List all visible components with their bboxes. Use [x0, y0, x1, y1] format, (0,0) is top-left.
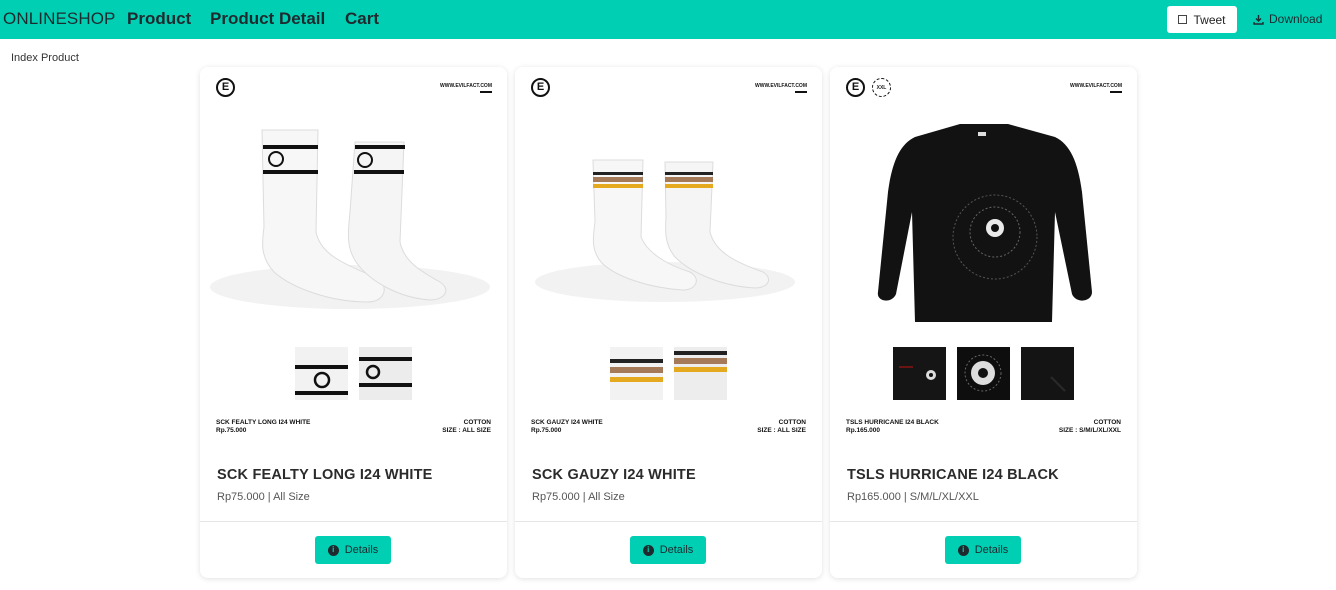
top-navbar: ONLINESHOP Product Product Detail Cart T… — [0, 0, 1336, 39]
thumbnail-strip — [200, 347, 507, 400]
download-icon — [1253, 14, 1264, 25]
image-caption: TSLS HURRICANE I24 BLACK Rp.165.000 — [846, 419, 939, 435]
divider — [795, 91, 807, 93]
download-label: Download — [1269, 12, 1323, 26]
brand-website: WWW.EVILFACT.COM — [1070, 83, 1122, 89]
details-button[interactable]: i Details — [315, 536, 391, 564]
image-material: COTTON — [778, 419, 806, 426]
info-icon: i — [642, 544, 654, 556]
product-image[interactable]: E XXL WWW.EVILFACT.COM TSLS HURRICANE I2… — [830, 67, 1137, 442]
brand-logo[interactable]: ONLINESHOP — [3, 9, 115, 29]
product-title: SCK FEALTY LONG I24 WHITE — [217, 467, 433, 483]
checkbox-icon — [1178, 15, 1188, 24]
product-price-size: Rp75.000 | All Size — [532, 491, 625, 503]
breadcrumb: Index Product — [11, 52, 79, 64]
thumbnail-image[interactable] — [295, 347, 348, 400]
product-price-size: Rp75.000 | All Size — [217, 491, 310, 503]
image-caption: SCK FEALTY LONG I24 WHITE Rp.75.000 — [216, 419, 310, 435]
product-card: E XXL WWW.EVILFACT.COM TSLS HURRICANE I2… — [830, 67, 1137, 578]
details-label: Details — [344, 544, 379, 556]
details-button[interactable]: i Details — [630, 536, 706, 564]
info-icon: i — [957, 544, 969, 556]
brand-website: WWW.EVILFACT.COM — [755, 83, 807, 89]
image-material: COTTON — [1093, 419, 1121, 426]
image-caption-price: Rp.75.000 — [216, 427, 247, 434]
image-spec: COTTON SIZE : ALL SIZE — [757, 419, 806, 435]
image-size: SIZE : ALL SIZE — [442, 427, 491, 434]
image-size: SIZE : S/M/L/XL/XXL — [1058, 427, 1121, 434]
size-badge: XXL — [872, 78, 891, 97]
product-title: SCK GAUZY I24 WHITE — [532, 467, 696, 483]
image-caption-price: Rp.165.000 — [846, 427, 880, 434]
details-label: Details — [974, 544, 1009, 556]
thumbnail-image[interactable] — [610, 347, 663, 400]
thumbnail-strip — [830, 347, 1137, 400]
thumbnail-image[interactable] — [359, 347, 412, 400]
image-material: COTTON — [463, 419, 491, 426]
image-spec: COTTON SIZE : ALL SIZE — [442, 419, 491, 435]
image-caption-name: SCK FEALTY LONG I24 WHITE — [216, 419, 311, 426]
brand-logo-icon: E — [216, 78, 235, 97]
nav-link-product-detail[interactable]: Product Detail — [210, 9, 325, 29]
thumbnail-image[interactable] — [957, 347, 1010, 400]
product-image[interactable]: E WWW.EVILFACT.COM — [200, 67, 507, 442]
info-icon: i — [327, 544, 339, 556]
sock-photo — [210, 129, 490, 309]
product-image[interactable]: E WWW.EVILFACT.COM — [515, 67, 822, 442]
image-caption-name: SCK GAUZY I24 WHITE — [531, 419, 603, 426]
sock-photo — [535, 159, 795, 302]
product-title: TSLS HURRICANE I24 BLACK — [847, 467, 1059, 483]
thumbnail-image[interactable] — [674, 347, 727, 400]
thumbnail-image[interactable] — [893, 347, 946, 400]
details-button[interactable]: i Details — [945, 536, 1021, 564]
image-caption-price: Rp.75.000 — [531, 427, 562, 434]
divider — [480, 91, 492, 93]
product-card: E WWW.EVILFACT.COM — [200, 67, 507, 578]
card-divider — [515, 521, 822, 522]
download-button[interactable]: Download — [1253, 12, 1322, 26]
product-card: E WWW.EVILFACT.COM — [515, 67, 822, 578]
nav-link-cart[interactable]: Cart — [345, 9, 379, 29]
thumbnail-image[interactable] — [1021, 347, 1074, 400]
image-spec: COTTON SIZE : S/M/L/XL/XXL — [1059, 419, 1121, 435]
longsleeve-photo — [877, 124, 1092, 322]
image-caption: SCK GAUZY I24 WHITE Rp.75.000 — [531, 419, 603, 435]
image-size: SIZE : ALL SIZE — [757, 427, 806, 434]
image-caption-name: TSLS HURRICANE I24 BLACK — [846, 419, 939, 426]
tweet-label: Tweet — [1193, 12, 1226, 27]
details-label: Details — [659, 544, 694, 556]
divider — [1110, 91, 1122, 93]
thumbnail-strip — [515, 347, 822, 400]
card-divider — [200, 521, 507, 522]
brand-logo-icon: E — [846, 78, 865, 97]
brand-website: WWW.EVILFACT.COM — [440, 83, 492, 89]
nav-link-product[interactable]: Product — [127, 9, 191, 29]
tweet-button[interactable]: Tweet — [1167, 6, 1237, 33]
brand-logo-icon: E — [531, 78, 550, 97]
card-divider — [830, 521, 1137, 522]
product-price-size: Rp165.000 | S/M/L/XL/XXL — [847, 491, 979, 503]
